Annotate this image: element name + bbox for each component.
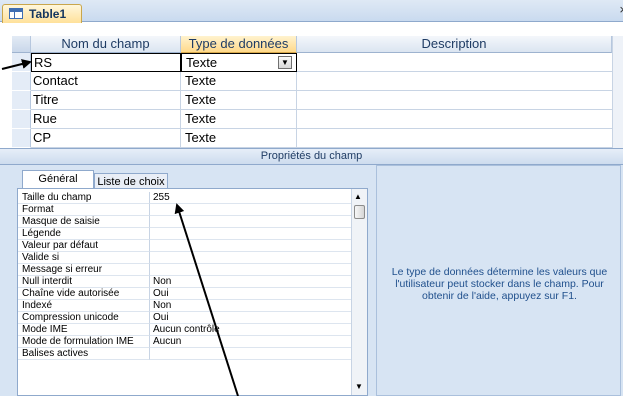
arrow-to-rs-row [1,59,32,70]
annotation-arrows [1,59,239,396]
arrow-to-field-size [174,203,239,396]
